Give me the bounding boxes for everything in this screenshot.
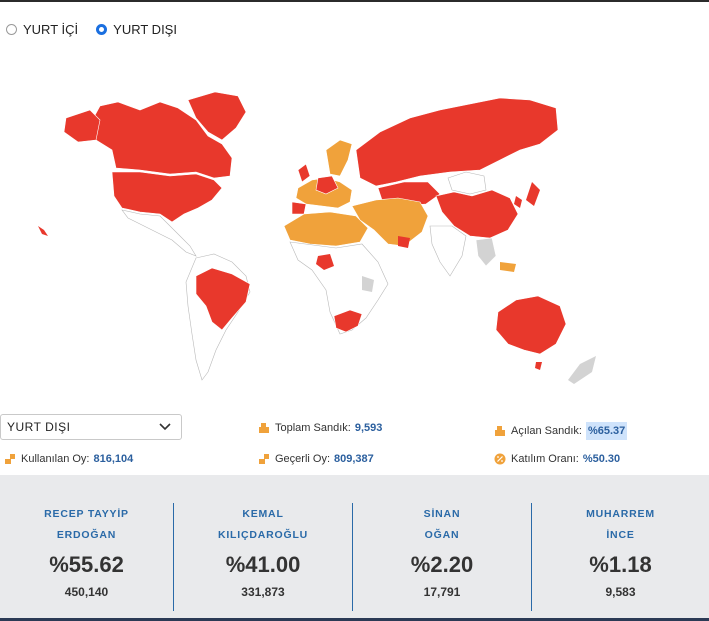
country-new-zealand[interactable]: [568, 356, 596, 384]
stat-gecerli-oy-label: Geçerli Oy:: [275, 453, 331, 465]
region-select[interactable]: YURT DIŞI: [0, 414, 182, 440]
candidate-name: KEMAL KILIÇDAROĞLU: [174, 504, 352, 546]
candidate-votes: 9,583: [605, 585, 636, 599]
candidate-name: RECEP TAYYİP ERDOĞAN: [0, 504, 173, 546]
region-select-value: YURT DIŞI: [7, 420, 71, 434]
radio-yurt-ici[interactable]: YURT İÇİ: [6, 22, 78, 37]
region-indonesia[interactable]: [500, 262, 516, 272]
country-usa-alaska[interactable]: [63, 109, 101, 143]
stat-kullanilan-oy: Kullanılan Oy: 816,104: [4, 453, 133, 465]
chevron-down-icon: [159, 423, 171, 431]
candidate-card[interactable]: SİNAN OĞAN %2.20 17,791: [353, 475, 531, 621]
candidate-last-name: KILIÇDAROĞLU: [217, 529, 309, 541]
region-north-africa[interactable]: [283, 211, 369, 247]
country-mongolia[interactable]: [447, 171, 487, 195]
country-japan[interactable]: [526, 182, 540, 206]
candidate-percent: %2.20: [410, 552, 474, 577]
stat-toplam-sandik-value: 9,593: [354, 422, 383, 434]
radio-yurt-disi[interactable]: YURT DIŞI: [96, 22, 177, 37]
candidate-first-name: RECEP TAYYİP: [44, 508, 129, 520]
candidate-name: MUHARREM İNCE: [532, 504, 709, 546]
ballot-box-icon: [495, 426, 505, 436]
candidate-last-name: İNCE: [606, 529, 635, 541]
country-uk[interactable]: [297, 163, 311, 183]
candidate-card[interactable]: KEMAL KILIÇDAROĞLU %41.00 331,873: [174, 475, 352, 621]
country-usa-hawaii[interactable]: [38, 226, 48, 236]
candidate-last-name: ERDOĞAN: [56, 529, 117, 541]
region-gulf[interactable]: [398, 236, 410, 248]
candidate-last-name: OĞAN: [424, 529, 460, 541]
stat-katilim-orani: Katılım Oranı: %50.30: [494, 453, 620, 465]
region-middle-east[interactable]: [351, 197, 429, 247]
world-results-map[interactable]: [0, 80, 709, 400]
country-mexico[interactable]: [121, 209, 197, 257]
candidate-votes: 450,140: [64, 585, 109, 599]
candidate-first-name: MUHARREM: [586, 508, 655, 520]
stat-kullanilan-oy-label: Kullanılan Oy:: [21, 453, 90, 465]
candidate-card[interactable]: MUHARREM İNCE %1.18 9,583: [532, 475, 709, 621]
country-korea[interactable]: [514, 196, 522, 208]
stat-toplam-sandik-label: Toplam Sandık:: [275, 422, 351, 434]
stat-gecerli-oy-value: 809,387: [334, 453, 374, 465]
candidate-votes: 17,791: [423, 585, 461, 599]
candidate-results-panel: RECEP TAYYİP ERDOĞAN %55.62 450,140 KEMA…: [0, 475, 709, 621]
ballot-box-icon: [259, 423, 269, 433]
stat-toplam-sandik: Toplam Sandık: 9,593: [258, 422, 382, 434]
candidate-percent: %41.00: [225, 552, 301, 577]
region-southeast-asia[interactable]: [475, 237, 497, 267]
country-australia[interactable]: [495, 295, 567, 355]
country-australia-tasmania[interactable]: [535, 362, 542, 370]
stat-acilan-sandik-value: %65.37: [585, 422, 628, 440]
candidate-votes: 331,873: [241, 585, 285, 599]
stat-acilan-sandik-label: Açılan Sandık:: [511, 425, 582, 437]
region-scandinavia[interactable]: [325, 139, 353, 177]
stat-gecerli-oy: Geçerli Oy: 809,387: [258, 453, 374, 465]
radio-yurt-disi-circle[interactable]: [96, 24, 108, 35]
radio-yurt-ici-circle[interactable]: [6, 24, 17, 35]
stat-kullanilan-oy-value: 816,104: [93, 453, 134, 465]
candidate-first-name: SİNAN: [423, 508, 461, 520]
top-border: [0, 0, 709, 2]
radio-yurt-ici-label: YURT İÇİ: [23, 22, 79, 37]
stat-acilan-sandik: Açılan Sandık: %65.37: [494, 422, 628, 440]
vote-icon: [259, 454, 269, 464]
candidate-name: SİNAN OĞAN: [353, 504, 531, 546]
radio-yurt-disi-label: YURT DIŞI: [113, 22, 177, 37]
country-russia[interactable]: [355, 97, 559, 187]
candidate-percent: %55.62: [49, 552, 124, 577]
region-iberia[interactable]: [291, 201, 307, 215]
candidate-percent: %1.18: [589, 552, 652, 577]
candidate-card[interactable]: RECEP TAYYİP ERDOĞAN %55.62 450,140: [0, 475, 173, 621]
country-india[interactable]: [429, 225, 467, 277]
candidate-first-name: KEMAL: [242, 508, 284, 520]
stat-katilim-orani-value: %50.30: [582, 453, 621, 465]
scope-radio-group: YURT İÇİ YURT DIŞI: [6, 22, 195, 37]
stat-katilim-orani-label: Katılım Oranı:: [511, 453, 579, 465]
vote-icon: [5, 454, 15, 464]
percent-icon: [494, 453, 506, 465]
